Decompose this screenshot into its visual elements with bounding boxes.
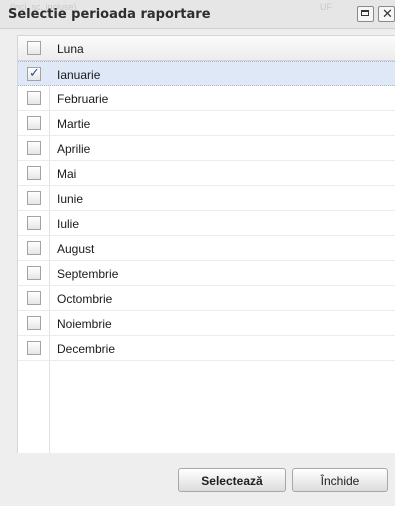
row-checkbox[interactable] xyxy=(27,291,41,305)
table-row[interactable]: Mai xyxy=(18,161,395,186)
row-checkbox[interactable] xyxy=(27,316,41,330)
month-label: Iulie xyxy=(57,217,80,231)
select-button[interactable]: Selectează xyxy=(178,468,286,492)
month-label: Ianuarie xyxy=(57,68,101,82)
month-label: Octombrie xyxy=(57,292,113,306)
table-row[interactable]: Iulie xyxy=(18,211,395,236)
table-row[interactable]: Iunie xyxy=(18,186,395,211)
row-checkbox[interactable] xyxy=(27,266,41,280)
close-button[interactable]: Închide xyxy=(292,468,388,492)
row-checkbox[interactable] xyxy=(27,141,41,155)
month-label: Martie xyxy=(57,117,91,131)
row-checkbox[interactable] xyxy=(27,341,41,355)
month-label: Mai xyxy=(57,167,77,181)
table-row[interactable]: ✓ Ianuarie xyxy=(18,61,395,86)
row-checkbox[interactable] xyxy=(27,241,41,255)
month-label: Septembrie xyxy=(57,267,119,281)
table-row[interactable]: Noiembrie xyxy=(18,311,395,336)
table-row[interactable]: August xyxy=(18,236,395,261)
row-checkbox[interactable] xyxy=(27,116,41,130)
background-ghost-text-right: UF xyxy=(320,2,332,12)
table-row[interactable]: Februarie xyxy=(18,86,395,111)
dialog-titlebar[interactable]: (incl. sc. incluse) UF Selectie perioada… xyxy=(0,0,395,29)
month-label: Aprilie xyxy=(57,142,91,156)
row-checkbox[interactable] xyxy=(27,216,41,230)
column-header-luna[interactable]: Luna xyxy=(57,42,84,56)
month-label: Decembrie xyxy=(57,342,116,356)
row-checkbox[interactable] xyxy=(27,191,41,205)
dialog-title: Selectie perioada raportare xyxy=(8,7,211,22)
table-row[interactable]: Martie xyxy=(18,111,395,136)
checkmark-icon: ✓ xyxy=(29,65,40,80)
row-checkbox[interactable] xyxy=(27,91,41,105)
months-grid: Luna ✓ Ianuarie Februarie Martie Aprilie Mai I… xyxy=(17,35,395,454)
report-period-dialog: (incl. sc. incluse) UF Selectie perioada… xyxy=(0,0,395,506)
row-checkbox[interactable] xyxy=(27,166,41,180)
month-label: Iunie xyxy=(57,192,84,206)
close-icon[interactable]: ✕ xyxy=(378,6,395,22)
grid-rows: ✓ Ianuarie Februarie Martie Aprilie Mai Iunie I… xyxy=(18,61,395,361)
table-row[interactable]: Aprilie xyxy=(18,136,395,161)
maximize-icon[interactable] xyxy=(357,6,374,22)
month-label: Noiembrie xyxy=(57,317,112,331)
row-checkbox[interactable]: ✓ xyxy=(27,65,41,81)
table-row[interactable]: Septembrie xyxy=(18,261,395,286)
month-label: Februarie xyxy=(57,92,109,106)
month-label: August xyxy=(57,242,95,256)
select-all-checkbox[interactable] xyxy=(27,41,41,55)
grid-header-row: Luna xyxy=(18,36,395,61)
table-row[interactable]: Decembrie xyxy=(18,336,395,361)
table-row[interactable]: Octombrie xyxy=(18,286,395,311)
